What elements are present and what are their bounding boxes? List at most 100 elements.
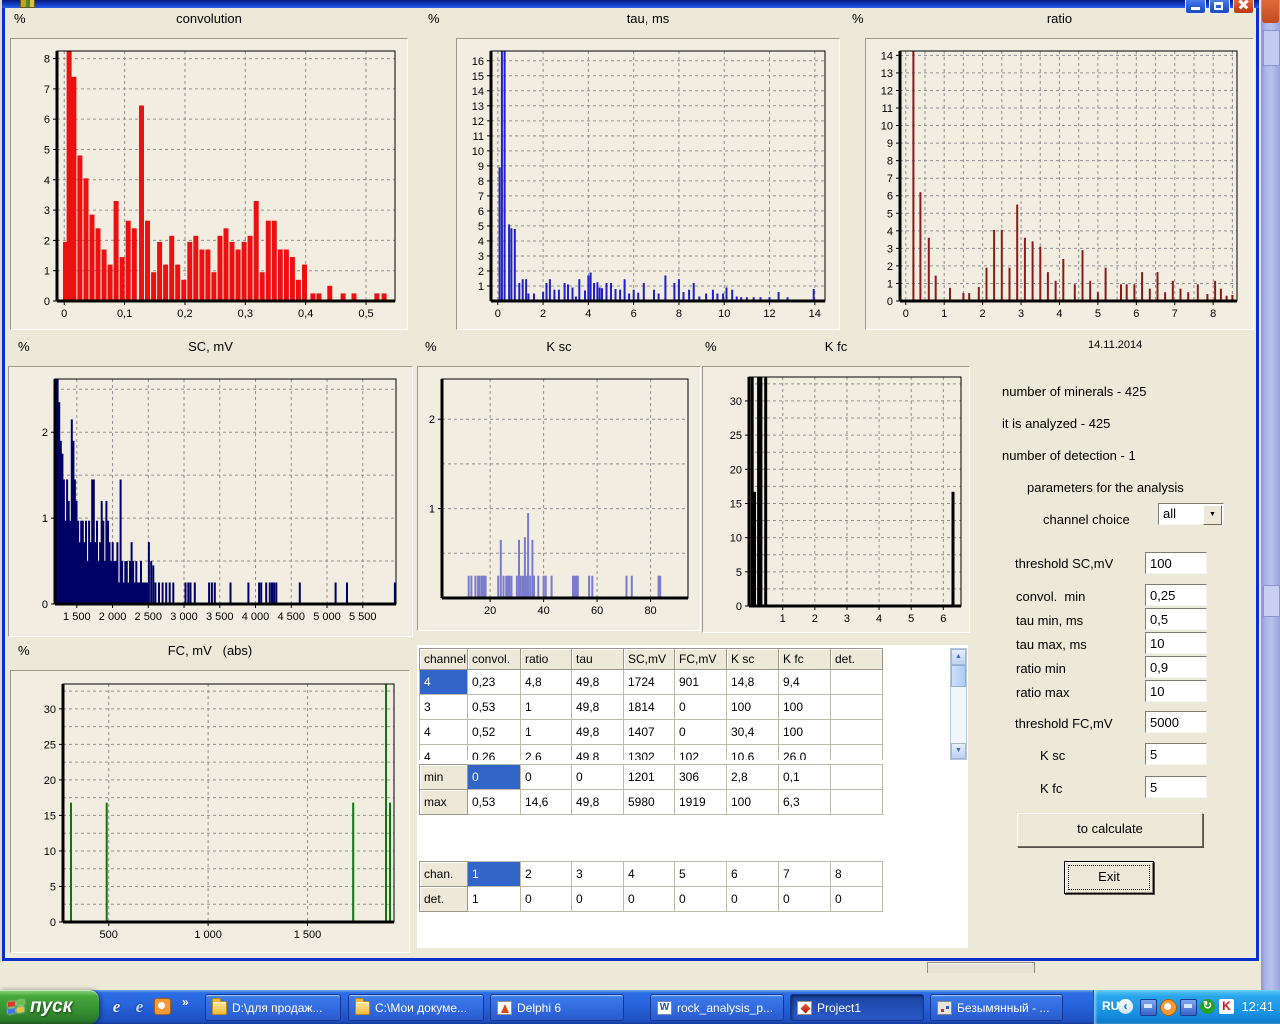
column-header[interactable]: tau (572, 649, 624, 670)
table-cell[interactable]: 0 (521, 765, 572, 790)
ie-icon[interactable]: e (108, 998, 125, 1015)
table-cell[interactable]: 49,8 (572, 790, 624, 815)
table-cell[interactable]: 0,26 (468, 745, 521, 761)
table-cell[interactable]: 4 (420, 720, 468, 745)
collapse-icon[interactable] (1118, 999, 1133, 1014)
table-cell[interactable]: 0 (675, 695, 727, 720)
table-cell[interactable]: 0 (468, 765, 521, 790)
table-cell[interactable]: 49,8 (572, 695, 624, 720)
table-cell[interactable]: 7 (779, 862, 831, 887)
table-cell[interactable]: 26,0 (779, 745, 831, 761)
table-cell[interactable]: 49,8 (572, 670, 624, 695)
table-cell[interactable]: 9,4 (779, 670, 831, 695)
table-cell[interactable]: 0 (572, 765, 624, 790)
table-cell[interactable] (831, 790, 883, 815)
exit-button[interactable]: Exit (1064, 861, 1154, 894)
column-header[interactable]: convol. (468, 649, 521, 670)
table-cell[interactable]: 14,8 (727, 670, 779, 695)
threshold-fc-field[interactable] (1145, 711, 1207, 733)
taskbar-task-1[interactable]: D:\для продаж... (205, 994, 341, 1021)
taskbar-task-6[interactable]: Безымянный - ... (930, 994, 1063, 1021)
taskbar-task-2[interactable]: C:\Мои докуме... (348, 994, 484, 1021)
kaspersky-icon[interactable] (1219, 999, 1234, 1014)
table-cell[interactable]: 0,1 (779, 765, 831, 790)
table-cell[interactable] (831, 695, 883, 720)
table-cell[interactable]: 8 (831, 862, 883, 887)
scheduler-icon[interactable] (154, 998, 171, 1015)
tau-min-field[interactable] (1145, 608, 1207, 630)
table-cell[interactable]: 3 (420, 695, 468, 720)
start-button[interactable]: пуск (0, 990, 99, 1024)
table-cell[interactable]: 1814 (624, 695, 675, 720)
table-cell[interactable]: 30,4 (727, 720, 779, 745)
table-cell[interactable]: 14,6 (521, 790, 572, 815)
column-header[interactable]: channel (420, 649, 468, 670)
table-cell[interactable]: 1302 (624, 745, 675, 761)
column-header[interactable]: det. (831, 649, 883, 670)
table-cell[interactable]: 49,8 (572, 720, 624, 745)
table-cell[interactable]: 4 (420, 745, 468, 761)
table-cell[interactable]: 102 (675, 745, 727, 761)
results-table-scrollbar[interactable]: ▲ ▼ (950, 648, 967, 760)
table-cell[interactable] (831, 670, 883, 695)
table-cell[interactable]: 0,53 (468, 695, 521, 720)
table-cell[interactable]: 1724 (624, 670, 675, 695)
scroll-up-icon[interactable]: ▲ (951, 649, 966, 665)
table-cell[interactable]: 0 (572, 887, 624, 912)
table-cell[interactable]: 1 (521, 720, 572, 745)
column-header[interactable]: K sc (727, 649, 779, 670)
table-cell[interactable]: 0 (675, 887, 727, 912)
column-header[interactable]: SC,mV (624, 649, 675, 670)
table-cell[interactable]: 306 (675, 765, 727, 790)
table-cell[interactable]: 0 (779, 887, 831, 912)
ratio-max-field[interactable] (1145, 680, 1207, 702)
column-header[interactable]: FC,mV (675, 649, 727, 670)
trayclock-icon[interactable] (1160, 999, 1177, 1016)
table-cell[interactable]: 100 (727, 790, 779, 815)
refresh-icon[interactable] (1200, 999, 1215, 1014)
table-cell[interactable]: 0,53 (468, 790, 521, 815)
table-cell[interactable]: 5 (675, 862, 727, 887)
table-cell[interactable]: 100 (779, 695, 831, 720)
table-cell[interactable]: 2,6 (521, 745, 572, 761)
table-cell[interactable]: 0 (831, 887, 883, 912)
table-cell[interactable]: 10,6 (727, 745, 779, 761)
column-header[interactable]: K fc (779, 649, 831, 670)
k-sc-field[interactable] (1145, 743, 1207, 765)
table-cell[interactable]: 4 (420, 670, 468, 695)
taskbar-task-3[interactable]: Delphi 6 (490, 994, 624, 1021)
table-cell[interactable] (831, 765, 883, 790)
convol-min-field[interactable] (1145, 584, 1207, 606)
quick-launch-overflow-icon[interactable]: » (182, 995, 189, 1009)
taskbar-task-5[interactable]: Project1 (790, 994, 924, 1021)
column-header[interactable]: ratio (521, 649, 572, 670)
tau-max-field[interactable] (1145, 632, 1207, 654)
table-cell[interactable]: 5980 (624, 790, 675, 815)
taskbar-task-4[interactable]: rock_analysis_p... (650, 994, 784, 1021)
table-cell[interactable]: 1407 (624, 720, 675, 745)
table-cell[interactable]: 6,3 (779, 790, 831, 815)
network-icon[interactable] (1180, 999, 1197, 1016)
table-cell[interactable]: 1 (468, 862, 521, 887)
threshold-sc-field[interactable] (1145, 552, 1207, 574)
language-indicator[interactable]: RU (1102, 999, 1119, 1013)
table-cell[interactable]: 6 (727, 862, 779, 887)
table-cell[interactable]: 4,8 (521, 670, 572, 695)
table-cell[interactable]: 1 (521, 695, 572, 720)
table-cell[interactable]: 4 (624, 862, 675, 887)
table-cell[interactable]: 0,52 (468, 720, 521, 745)
network-icon[interactable] (1140, 999, 1157, 1016)
chevron-down-icon[interactable]: ▼ (1203, 505, 1222, 525)
table-cell[interactable] (831, 745, 883, 761)
table-cell[interactable]: 0,23 (468, 670, 521, 695)
channel-choice-select[interactable]: all ▼ (1158, 503, 1224, 525)
k-fc-field[interactable] (1145, 776, 1207, 798)
table-cell[interactable]: 0 (521, 887, 572, 912)
scroll-down-icon[interactable]: ▼ (951, 743, 966, 759)
table-cell[interactable]: 0 (624, 887, 675, 912)
table-cell[interactable]: 1 (468, 887, 521, 912)
table-cell[interactable]: 100 (779, 720, 831, 745)
table-cell[interactable] (831, 720, 883, 745)
table-cell[interactable]: 2,8 (727, 765, 779, 790)
ratio-min-field[interactable] (1145, 656, 1207, 678)
